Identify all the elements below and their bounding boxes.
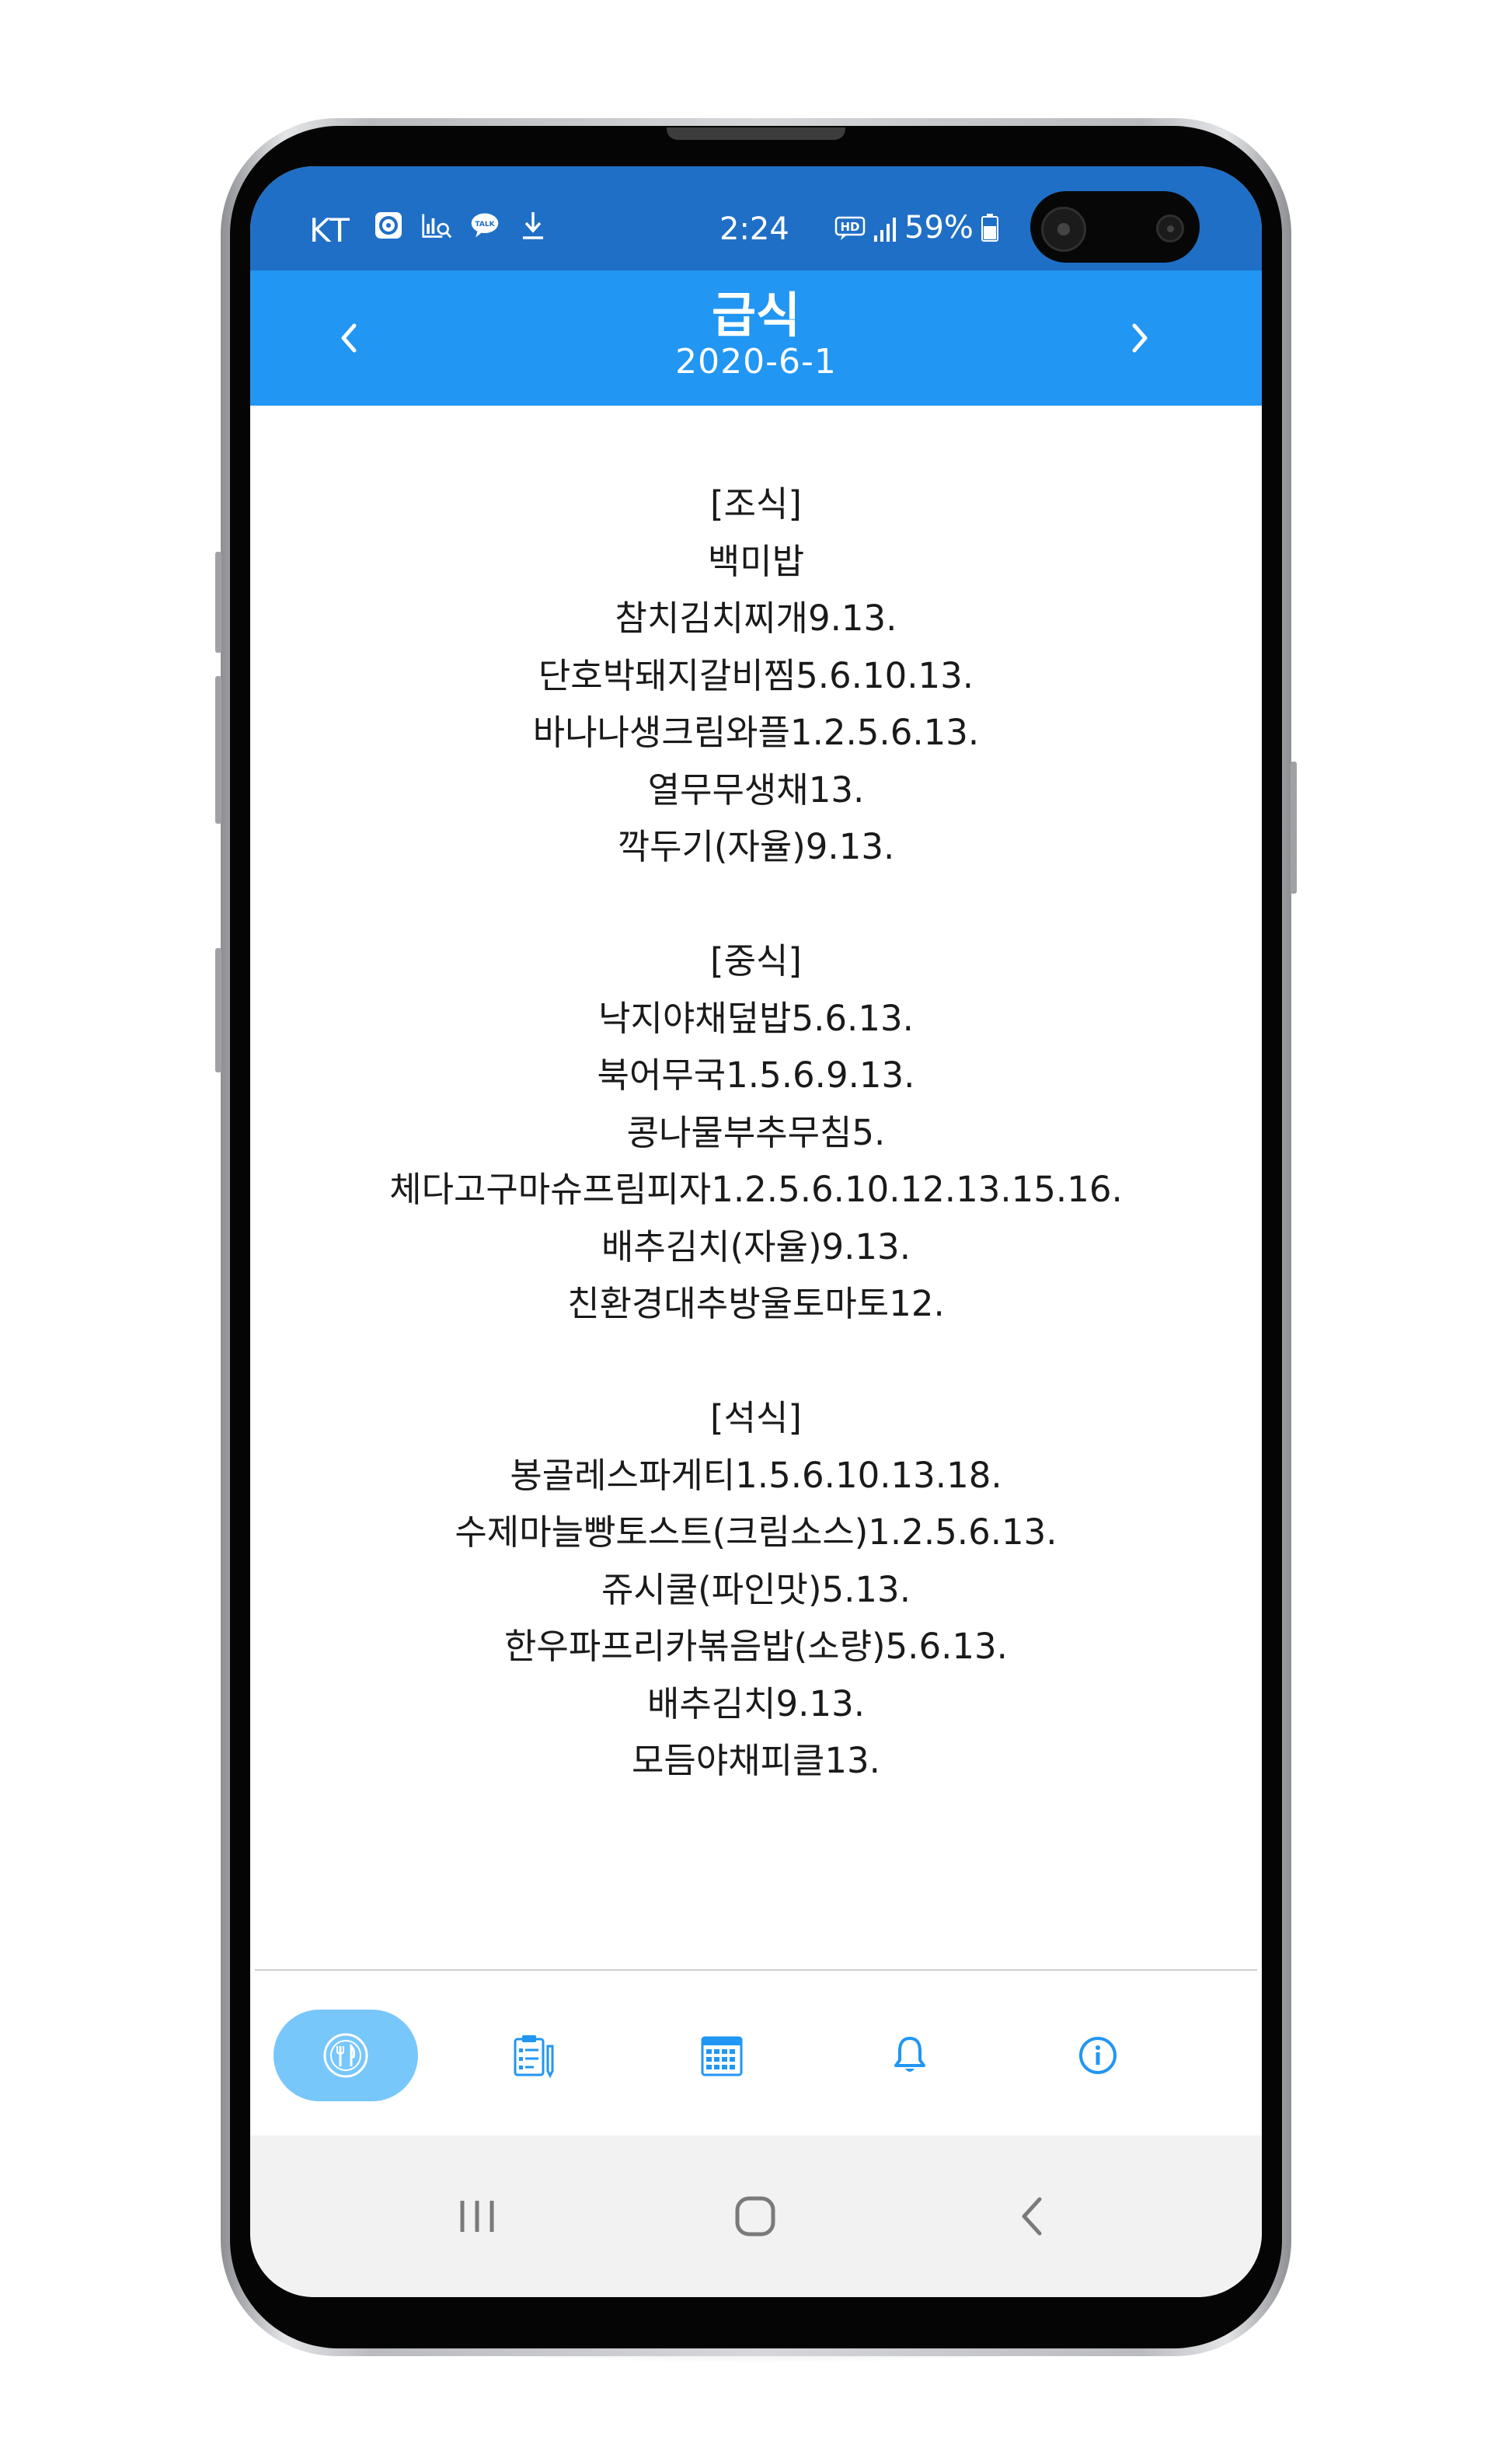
battery-icon — [981, 214, 998, 242]
volume-down-button — [215, 676, 221, 824]
menu-item: 콩나물부추무침5. — [626, 1111, 886, 1153]
lunch-section: [중식] 낙지야채덮밥5.6.13. 북어무국1.5.6.9.13. 콩나물부추… — [250, 933, 1262, 1333]
menu-item: 참치김치찌개9.13. — [615, 598, 897, 639]
hd-voice-icon: HD — [834, 214, 866, 241]
recent-apps-icon — [460, 2201, 494, 2232]
tab-meal[interactable] — [273, 2010, 418, 2101]
earpiece-speaker — [667, 127, 845, 140]
bixby-button — [215, 948, 221, 1072]
menu-item: 체다고구마슈프림피자1.2.5.6.10.12.13.15.16. — [389, 1169, 1123, 1210]
menu-item: 깍두기(자율)9.13. — [617, 826, 895, 867]
breakfast-section: [조식] 백미밥 참치김치찌개9.13. 단호박돼지갈비찜5.6.10.13. … — [250, 476, 1262, 876]
menu-item: 수제마늘빵토스트(크림소스)1.2.5.6.13. — [455, 1511, 1057, 1553]
svg-text:TALK: TALK — [475, 221, 495, 228]
tab-notices[interactable] — [462, 2010, 606, 2101]
meal-header: [조식] — [710, 483, 802, 525]
cloud-app-icon — [373, 210, 404, 241]
menu-item: 단호박돼지갈비찜5.6.10.13. — [538, 654, 974, 696]
menu-item: 낙지야채덮밥5.6.13. — [598, 997, 914, 1039]
system-indicators: HD 59% — [834, 210, 998, 246]
calendar-icon — [701, 2036, 743, 2076]
power-button — [1291, 762, 1297, 894]
kakaotalk-icon: TALK — [469, 210, 500, 241]
signal-icon — [873, 212, 897, 243]
notification-icons: TALK — [373, 210, 549, 241]
tab-info[interactable] — [1026, 2010, 1170, 2101]
status-bar: KT TALK 2:24 HD 59% — [250, 166, 1262, 270]
menu-item: 열무무생채13. — [647, 769, 865, 811]
report-search-icon — [421, 210, 452, 241]
meal-header: [중식] — [710, 940, 802, 981]
download-icon — [517, 210, 549, 241]
depth-camera-lens — [1156, 214, 1184, 242]
meal-header: [석식] — [710, 1397, 802, 1438]
bell-icon — [894, 2037, 925, 2072]
home-button[interactable] — [716, 2177, 794, 2255]
tab-calendar[interactable] — [650, 2010, 794, 2101]
menu-item: 모듬야채피클13. — [632, 1740, 880, 1781]
menu-item: 북어무국1.5.6.9.13. — [597, 1055, 915, 1096]
menu-item: 배추김치9.13. — [646, 1682, 866, 1724]
menu-item: 쥬시쿨(파인맛)5.13. — [601, 1568, 911, 1610]
back-icon — [1022, 2197, 1042, 2236]
bottom-nav — [250, 1971, 1262, 2142]
clipboard-icon — [514, 2035, 554, 2079]
chevron-right-icon — [1132, 323, 1148, 353]
back-button[interactable] — [993, 2177, 1071, 2255]
front-camera-lens — [1041, 207, 1086, 252]
menu-item: 백미밥 — [707, 540, 805, 582]
menu-item: 한우파프리카볶음밥(소량)5.6.13. — [504, 1626, 1008, 1667]
selected-date[interactable]: 2020-6-1 — [250, 340, 1262, 384]
menu-item: 배추김치(자율)9.13. — [601, 1226, 911, 1267]
menu-item: 친환경대추방울토마토12. — [567, 1283, 945, 1324]
tab-notifications[interactable] — [838, 2010, 982, 2101]
menu-item: 봉골레스파게티1.5.6.10.13.18. — [510, 1454, 1002, 1496]
hd-label: HD — [840, 220, 859, 234]
menu-item: 바나나생크림와플1.2.5.6.13. — [532, 712, 980, 753]
phone-screen: KT TALK 2:24 HD 59% 급식 2020-6-1 [조식] 백미밥… — [250, 166, 1262, 2297]
volume-up-button — [215, 552, 221, 653]
front-camera-cutout — [1030, 191, 1200, 263]
recent-apps-button[interactable] — [438, 2177, 516, 2255]
carrier-label: KT — [309, 211, 351, 249]
next-day-button[interactable] — [1113, 311, 1167, 365]
dinner-section: [석식] 봉골레스파게티1.5.6.10.13.18. 수제마늘빵토스트(크림소… — [250, 1389, 1262, 1790]
meal-icon — [323, 2033, 368, 2078]
battery-percent: 59% — [904, 210, 974, 246]
page-title: 급식 — [711, 287, 801, 343]
clock: 2:24 — [719, 211, 789, 247]
info-icon — [1079, 2037, 1117, 2074]
system-nav-bar — [250, 2135, 1262, 2297]
meal-menu: [조식] 백미밥 참치김치찌개9.13. 단호박돼지갈비찜5.6.10.13. … — [250, 406, 1262, 2131]
app-bar: 급식 2020-6-1 — [250, 270, 1262, 406]
home-icon — [735, 2196, 775, 2237]
